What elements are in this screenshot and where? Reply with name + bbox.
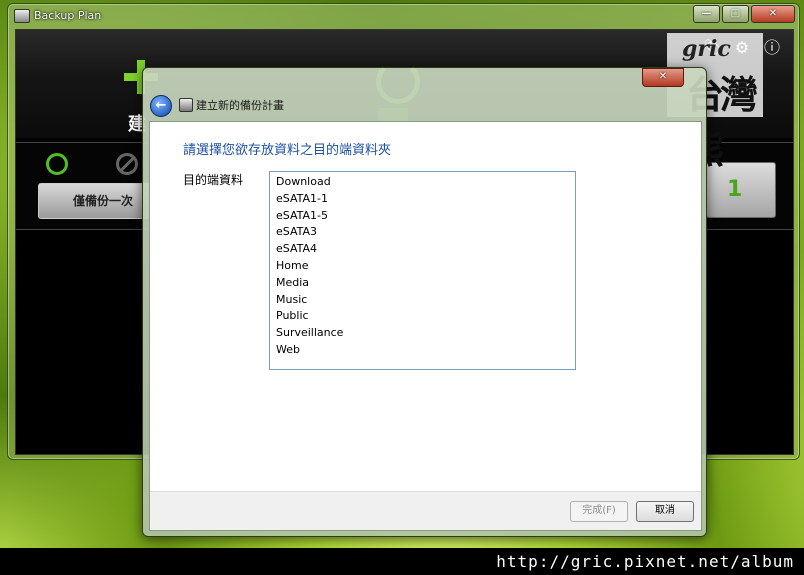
- list-item[interactable]: Web: [270, 342, 575, 359]
- list-item[interactable]: eSATA1-1: [270, 191, 575, 208]
- info-icon[interactable]: ⓘ: [763, 39, 781, 57]
- history-icon[interactable]: [46, 153, 68, 175]
- back-arrow-icon[interactable]: ←: [150, 95, 172, 117]
- maximize-button[interactable]: □: [722, 5, 749, 23]
- dialog-app-icon: [179, 98, 193, 112]
- minimize-button[interactable]: —: [693, 5, 720, 23]
- finish-button[interactable]: 完成(F): [570, 501, 628, 522]
- close-button[interactable]: ✕: [751, 5, 795, 23]
- watermark-line1: gric: [682, 36, 731, 62]
- dialog-title: 建立新的備份計畫: [196, 99, 284, 112]
- dialog-body: 請選擇您欲存放資料之目的端資料夾 目的端資料 Download eSATA1-1…: [149, 121, 702, 531]
- dialog-close-button[interactable]: ✕: [642, 68, 684, 87]
- list-item[interactable]: eSATA3: [270, 224, 575, 241]
- list-item[interactable]: Download: [270, 174, 575, 191]
- title-bar[interactable]: Backup Plan — □ ✕: [8, 4, 799, 28]
- app-icon: [14, 9, 30, 23]
- window-title: Backup Plan: [34, 9, 102, 22]
- album-url: http://gric.pixnet.net/album: [496, 552, 794, 571]
- list-item[interactable]: Surveillance: [270, 325, 575, 342]
- cancel-button[interactable]: 取消: [636, 501, 694, 522]
- destination-label: 目的端資料: [183, 173, 244, 187]
- destination-folder-list[interactable]: Download eSATA1-1 eSATA1-5 eSATA3 eSATA4…: [269, 171, 576, 370]
- list-item[interactable]: Music: [270, 292, 575, 309]
- disable-icon[interactable]: [116, 153, 138, 175]
- dialog-footer: 完成(F) 取消: [150, 491, 701, 530]
- list-item[interactable]: Home: [270, 258, 575, 275]
- list-item[interactable]: Media: [270, 275, 575, 292]
- instruction-heading: 請選擇您欲存放資料之目的端資料夾: [183, 143, 392, 158]
- list-item[interactable]: eSATA4: [270, 241, 575, 258]
- plan-number: 1: [727, 177, 743, 202]
- create-backup-plan-dialog: ✕ ← 建立新的備份計畫 請選擇您欲存放資料之目的端資料夾 目的端資料 Down…: [142, 67, 707, 537]
- window-controls: — □ ✕: [693, 5, 795, 23]
- url-banner: http://gric.pixnet.net/album: [0, 548, 804, 575]
- list-item[interactable]: Public: [270, 308, 575, 325]
- list-item[interactable]: eSATA1-5: [270, 208, 575, 225]
